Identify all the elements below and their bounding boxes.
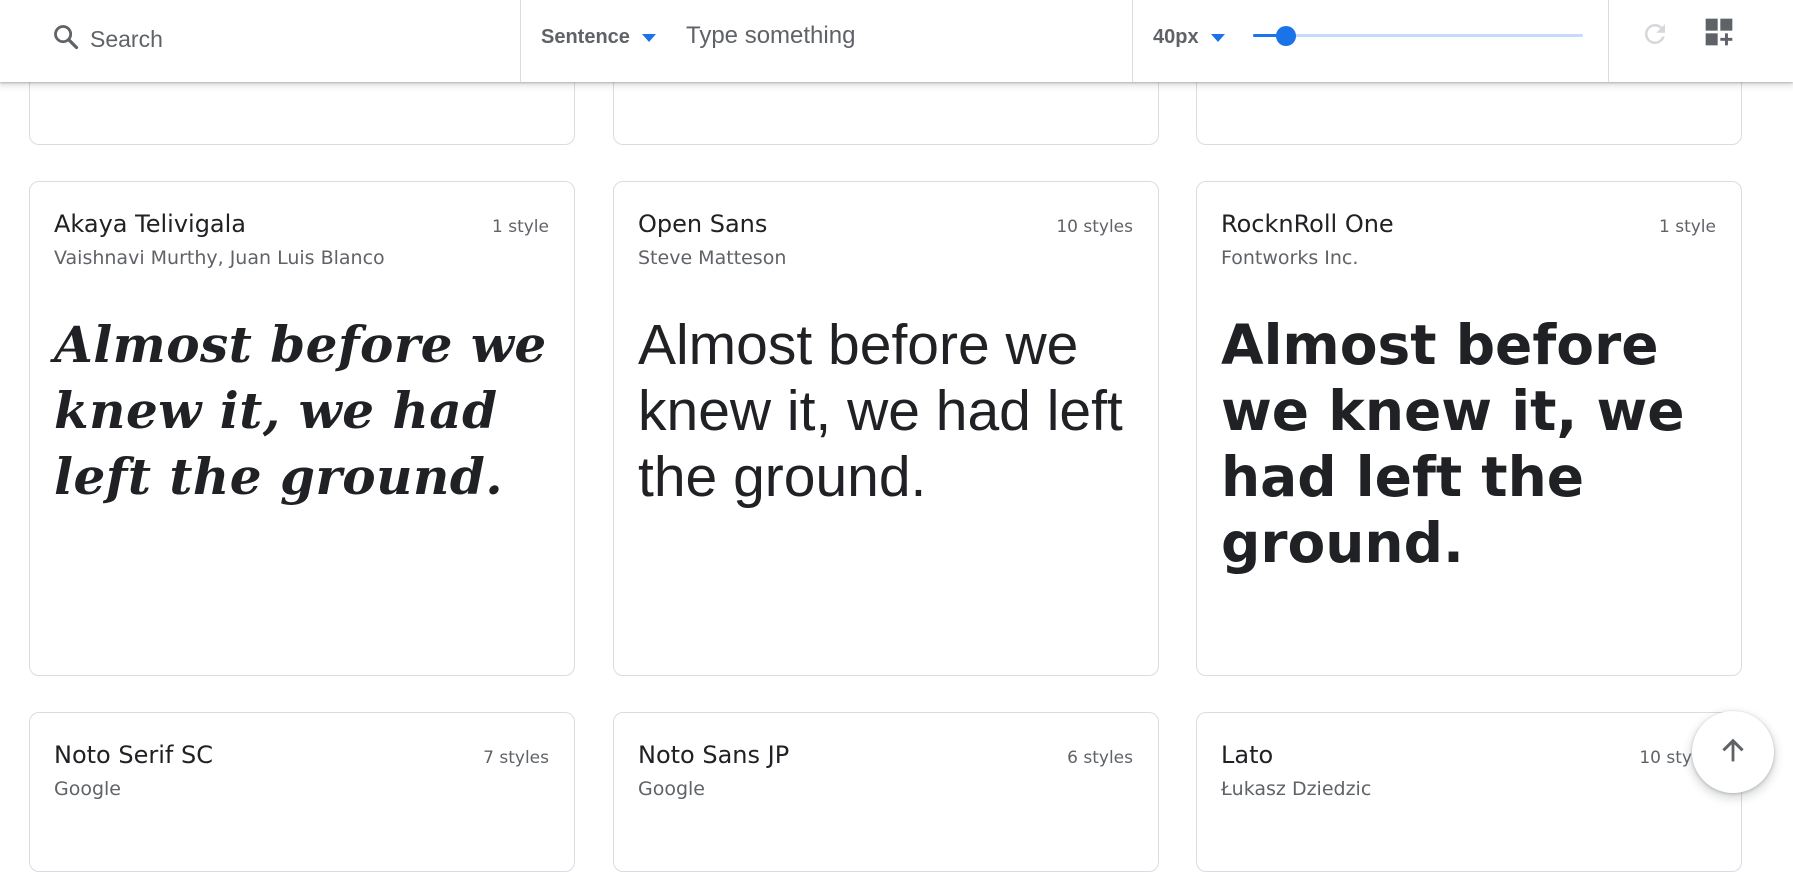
toolbar: Sentence 40px (0, 0, 1793, 82)
preview-text-input[interactable] (684, 16, 1108, 56)
font-name: Noto Sans JP (638, 741, 790, 769)
font-name: Noto Serif SC (54, 741, 213, 769)
refresh-icon (1640, 19, 1670, 54)
font-designer: Vaishnavi Murthy, Juan Luis Blanco (54, 247, 385, 269)
font-card-rocknroll-one[interactable]: RocknRoll One 1 style Fontworks Inc. Alm… (1196, 181, 1742, 676)
preview-text-section: Sentence (521, 0, 1132, 82)
font-name: Lato (1221, 741, 1274, 769)
font-size-label: 40px (1153, 25, 1199, 48)
font-name: Open Sans (638, 210, 768, 238)
font-style-count: 6 styles (1067, 748, 1133, 768)
font-size-section: 40px (1133, 0, 1608, 82)
font-preview-text: Almost before we knew it, we had left th… (54, 315, 547, 506)
font-designer: Fontworks Inc. (1221, 247, 1359, 269)
preview-mode-label: Sentence (541, 25, 630, 48)
add-to-grid-button[interactable] (1701, 16, 1737, 52)
reset-button[interactable] (1639, 20, 1671, 52)
font-style-count: 7 styles (483, 748, 549, 768)
font-designer: Google (54, 778, 122, 800)
arrow-up-icon (1716, 733, 1750, 772)
font-card-noto-serif-sc[interactable]: Noto Serif SC 7 styles Google (29, 712, 575, 872)
font-preview-text: Almost before we knew it, we had left th… (1221, 313, 1685, 575)
font-card-lato[interactable]: Lato 10 styles Łukasz Dziedzic (1196, 712, 1742, 872)
font-style-count: 10 styles (1056, 217, 1133, 237)
add-to-grid-icon (1703, 16, 1735, 53)
slider-thumb[interactable] (1276, 26, 1296, 46)
font-designer: Google (638, 778, 706, 800)
caret-down-icon (1210, 34, 1225, 42)
font-designer: Steve Matteson (638, 247, 787, 269)
font-designer: Łukasz Dziedzic (1221, 778, 1372, 800)
back-to-top-button[interactable] (1692, 711, 1774, 793)
preview-mode-dropdown[interactable]: Sentence (541, 22, 656, 52)
font-name: RocknRoll One (1221, 210, 1394, 238)
search-icon (52, 23, 80, 51)
font-card-open-sans[interactable]: Open Sans 10 styles Steve Matteson Almos… (613, 181, 1159, 676)
search-section (0, 0, 520, 82)
font-card-akaya-telivigala[interactable]: Akaya Telivigala 1 style Vaishnavi Murth… (29, 181, 575, 676)
font-card-noto-sans-jp[interactable]: Noto Sans JP 6 styles Google (613, 712, 1159, 872)
font-size-slider[interactable] (1253, 25, 1583, 47)
toolbar-actions (1609, 0, 1793, 82)
font-name: Akaya Telivigala (54, 210, 247, 238)
font-style-count: 1 style (1659, 217, 1716, 237)
font-style-count: 1 style (492, 217, 549, 237)
search-input[interactable] (88, 20, 492, 58)
caret-down-icon (641, 34, 656, 42)
slider-track (1253, 34, 1583, 37)
font-size-dropdown[interactable]: 40px (1153, 22, 1225, 52)
font-preview-text: Almost before we knew it, we had left th… (638, 313, 1123, 509)
